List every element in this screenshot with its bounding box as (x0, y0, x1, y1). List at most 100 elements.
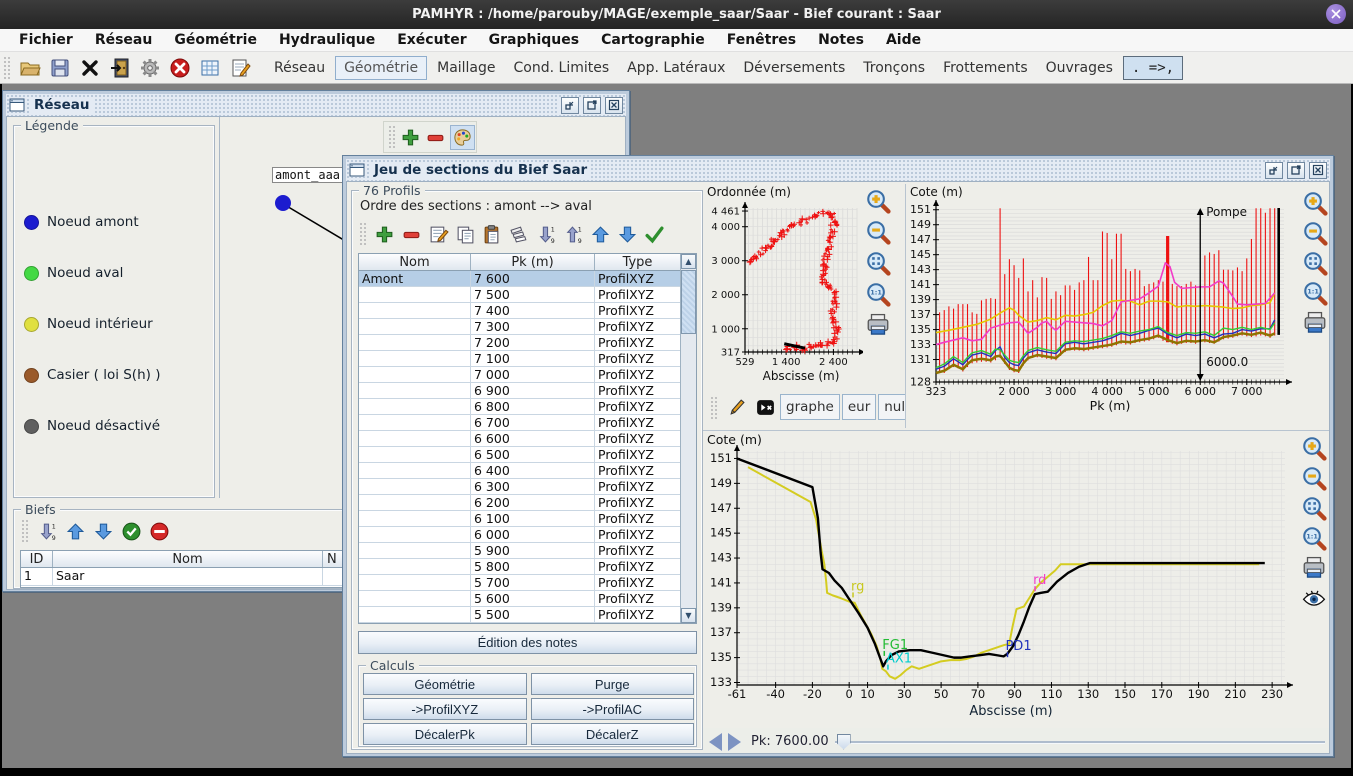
table-row[interactable]: 6 700ProfilXYZ (359, 415, 680, 431)
add-icon[interactable] (374, 224, 395, 245)
scroll-up-icon[interactable]: ▲ (681, 254, 696, 269)
calc-purge[interactable]: Purge (531, 673, 695, 695)
calc-profilac[interactable]: ->ProfilAC (531, 698, 695, 720)
print-icon[interactable] (1301, 555, 1327, 581)
zoom-1-1-icon[interactable]: 1:1 (1301, 525, 1327, 551)
toolbar-ouvrages[interactable]: Ouvrages (1038, 57, 1121, 79)
next-profile-button[interactable] (728, 733, 741, 751)
sort-desc-icon[interactable]: 19 (536, 224, 557, 245)
table-row[interactable]: 6 100ProfilXYZ (359, 511, 680, 527)
menu-fichier[interactable]: Fichier (8, 32, 84, 48)
toolbar-troncons[interactable]: Tronçons (855, 57, 933, 79)
zoom-1-1-icon[interactable]: 1:1 (865, 281, 891, 307)
biefs-col-id[interactable]: ID (21, 551, 53, 567)
table-row[interactable]: 6 800ProfilXYZ (359, 399, 680, 415)
col-pk[interactable]: Pk (m) (471, 254, 595, 270)
tab-eur[interactable]: eur (842, 394, 876, 420)
table-row[interactable]: 7 400ProfilXYZ (359, 303, 680, 319)
table-row[interactable]: 7 300ProfilXYZ (359, 319, 680, 335)
menu-notes[interactable]: Notes (807, 32, 875, 48)
copy-icon[interactable] (455, 224, 476, 245)
toolbar-reseau[interactable]: Réseau (266, 57, 333, 79)
duplicate-icon[interactable] (509, 224, 530, 245)
open-icon[interactable] (16, 55, 44, 81)
pencil-icon[interactable] (724, 394, 750, 420)
move-up-icon[interactable] (65, 521, 86, 542)
zoom-out-icon[interactable] (1301, 465, 1327, 491)
minimize-button[interactable] (1265, 162, 1283, 179)
sort-asc-icon[interactable]: 19 (563, 224, 584, 245)
table-row[interactable]: 5 600ProfilXYZ (359, 591, 680, 607)
pk-slider[interactable] (835, 733, 1325, 751)
pk-slider-thumb[interactable] (837, 734, 851, 750)
paste-icon[interactable] (482, 224, 503, 245)
save-icon[interactable] (46, 55, 74, 81)
toolbar-frottements[interactable]: Frottements (935, 57, 1036, 79)
toolbar-maillage[interactable]: Maillage (429, 57, 503, 79)
move-down-icon[interactable] (617, 224, 638, 245)
scroll-down-icon[interactable]: ▼ (681, 608, 696, 623)
calc-dcalerz[interactable]: DécalerZ (531, 723, 695, 745)
zoom-fit-icon[interactable] (865, 250, 891, 276)
table-row[interactable]: 5 800ProfilXYZ (359, 559, 680, 575)
menu-aide[interactable]: Aide (875, 32, 932, 48)
zoom-out-icon[interactable] (865, 219, 891, 245)
toolbar-condlimites[interactable]: Cond. Limites (506, 57, 618, 79)
table-row[interactable]: 7 000ProfilXYZ (359, 367, 680, 383)
menu-executer[interactable]: Exécuter (386, 32, 477, 48)
table-row[interactable]: 6 200ProfilXYZ (359, 495, 680, 511)
long-profile-chart[interactable]: Cote (m)15114914714514314113913713513313… (906, 184, 1300, 426)
col-nom[interactable]: Nom (359, 254, 471, 270)
cross-section-chart[interactable]: Cote (m)151149147145143141139137135133-6… (703, 431, 1299, 725)
exit-door-icon[interactable] (106, 55, 134, 81)
menu-geometrie[interactable]: Géométrie (163, 32, 268, 48)
prev-profile-button[interactable] (709, 733, 722, 751)
sort-desc-icon[interactable]: 19 (37, 521, 58, 542)
apply-icon[interactable] (644, 224, 665, 245)
toolbar-code-button[interactable]: . =>, (1123, 56, 1183, 80)
table-row[interactable]: 6 500ProfilXYZ (359, 447, 680, 463)
move-up-icon[interactable] (590, 224, 611, 245)
menu-hydraulique[interactable]: Hydraulique (268, 32, 386, 48)
zoom-1-1-icon[interactable]: 1:1 (1302, 280, 1328, 306)
clear-icon[interactable] (752, 394, 778, 420)
move-down-icon[interactable] (93, 521, 114, 542)
grid-icon[interactable] (196, 55, 224, 81)
table-row[interactable]: 6 300ProfilXYZ (359, 479, 680, 495)
maximize-button[interactable] (1287, 162, 1305, 179)
window-close-button[interactable] (1326, 4, 1346, 24)
toolbar-deversements[interactable]: Déversements (735, 57, 853, 79)
zoom-fit-icon[interactable] (1302, 250, 1328, 276)
calc-profilxyz[interactable]: ->ProfilXYZ (363, 698, 527, 720)
table-row[interactable]: 5 500ProfilXYZ (359, 607, 680, 623)
table-row[interactable]: 6 000ProfilXYZ (359, 527, 680, 543)
remove-icon[interactable] (401, 224, 422, 245)
table-row[interactable]: 6 400ProfilXYZ (359, 463, 680, 479)
plan-chart[interactable]: Ordonnée (m)4 4614 0003 0002 0001 000317… (705, 184, 863, 390)
menu-reseau[interactable]: Réseau (84, 32, 164, 48)
close-x-icon[interactable] (76, 55, 104, 81)
calc-gomtrie[interactable]: Géométrie (363, 673, 527, 695)
calc-dcalerpk[interactable]: DécalerPk (363, 723, 527, 745)
table-row[interactable]: 5 900ProfilXYZ (359, 543, 680, 559)
toolbar-geometrie[interactable]: Géométrie (335, 56, 427, 80)
minus-circle-icon[interactable] (149, 521, 170, 542)
close-frame-button[interactable] (605, 97, 623, 114)
zoom-in-icon[interactable] (1301, 435, 1327, 461)
print-icon[interactable] (1302, 310, 1328, 336)
table-row[interactable]: 7 200ProfilXYZ (359, 335, 680, 351)
check-circle-icon[interactable] (121, 521, 142, 542)
menu-cartographie[interactable]: Cartographie (590, 32, 716, 48)
table-row[interactable]: 6 900ProfilXYZ (359, 383, 680, 399)
maximize-button[interactable] (583, 97, 601, 114)
edit-notes-button[interactable]: Édition des notes (358, 631, 697, 654)
menu-graphiques[interactable]: Graphiques (478, 32, 590, 48)
menu-fenetres[interactable]: Fenêtres (716, 32, 807, 48)
edit-icon[interactable] (428, 224, 449, 245)
table-scrollbar[interactable]: ▲ ▼ (680, 254, 696, 623)
toolbar-applateraux[interactable]: App. Latéraux (619, 57, 733, 79)
zoom-in-icon[interactable] (865, 188, 891, 214)
reseau-titlebar[interactable]: Réseau (6, 94, 626, 116)
gear-icon[interactable] (136, 55, 164, 81)
zoom-fit-icon[interactable] (1301, 495, 1327, 521)
